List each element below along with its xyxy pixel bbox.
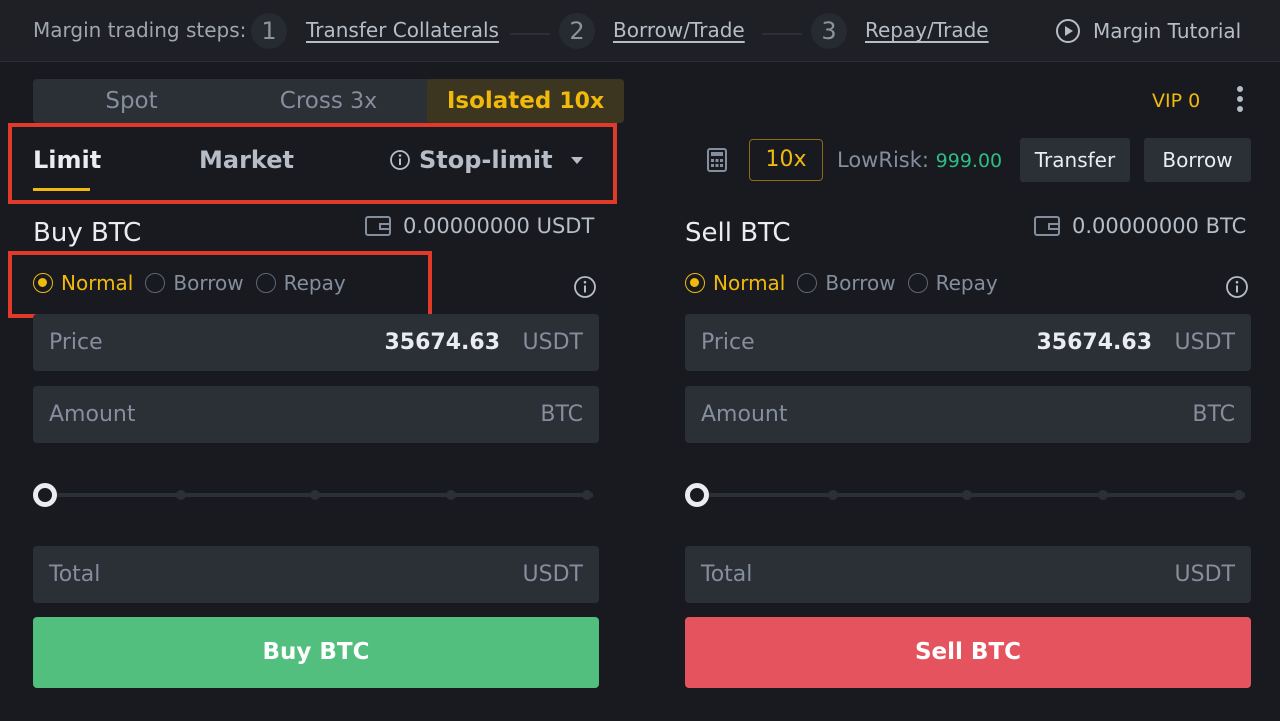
slider-handle[interactable] [33,483,57,507]
buy-percent-slider[interactable] [33,483,599,507]
sell-balance: 0.00000000 BTC [1034,214,1246,238]
buy-radio-repay[interactable] [255,273,276,293]
step-3-link-repay-trade[interactable]: Repay/Trade [865,18,989,42]
buy-price-input[interactable]: Price 35674.63 USDT [33,314,599,371]
buy-radio-normal-label: Normal [61,271,134,295]
tab-stop-limit[interactable]: Stop-limit [389,146,583,174]
info-icon [390,150,410,170]
buy-radio-normal[interactable] [33,273,53,293]
sell-radio-normal[interactable] [685,273,705,293]
buy-total-label: Total [49,562,101,587]
tab-isolated-leverage: 10x [559,89,605,114]
buy-btc-button[interactable]: Buy BTC [33,617,599,688]
buy-radio-borrow-label: Borrow [173,271,244,295]
sell-total-label: Total [701,562,753,587]
sell-price-unit: USDT [1174,330,1235,355]
sell-radio-normal-label: Normal [713,271,786,295]
buy-price-label: Price [49,330,103,355]
sell-amount-input[interactable]: Amount BTC [685,386,1251,443]
buy-total-input[interactable]: Total USDT [33,546,599,603]
buy-radio-borrow[interactable] [145,273,166,293]
slider-handle[interactable] [685,483,709,507]
tab-isolated-label: Isolated [446,88,552,114]
margin-steps-bar: Margin trading steps: 1 Transfer Collate… [0,0,1280,62]
sell-price-value: 35674.63 [1036,330,1152,355]
step-divider [762,33,802,35]
play-circle-icon [1056,19,1080,43]
sell-radio-repay-label: Repay [935,271,998,295]
step-divider [510,33,550,35]
chevron-down-icon [570,156,583,164]
tab-cross-leverage: 3x [350,89,378,114]
sell-mode-radios: Normal Borrow Repay [685,271,1010,295]
buy-balance: 0.00000000 USDT [365,214,594,238]
slider-step-75[interactable] [1098,490,1108,500]
sell-btc-button[interactable]: Sell BTC [685,617,1251,688]
buy-radio-repay-label: Repay [283,271,346,295]
wallet-icon [1034,216,1060,236]
tab-cross[interactable]: Cross 3x [230,79,427,123]
info-icon[interactable] [573,275,597,299]
slider-step-50[interactable] [310,490,320,500]
buy-total-unit: USDT [522,562,583,587]
sell-total-input[interactable]: Total USDT [685,546,1251,603]
step-3-number: 3 [811,13,847,49]
sell-amount-unit: BTC [1192,402,1235,427]
risk-indicator: LowRisk: 999.00 [837,148,1002,172]
margin-tutorial-label: Margin Tutorial [1093,19,1242,43]
buy-mode-radios: Normal Borrow Repay [33,271,358,295]
sell-radio-borrow[interactable] [797,273,818,293]
leverage-badge[interactable]: 10x [749,139,823,181]
margin-tutorial-link[interactable]: Margin Tutorial [1055,18,1241,44]
buy-price-value: 35674.63 [384,330,500,355]
tab-spot-label: Spot [105,88,158,114]
step-2-link-borrow-trade[interactable]: Borrow/Trade [613,18,745,42]
sell-percent-slider[interactable] [685,483,1251,507]
step-1-number: 1 [251,13,287,49]
slider-step-25[interactable] [828,490,838,500]
sell-balance-value: 0.00000000 BTC [1072,214,1247,238]
transfer-button[interactable]: Transfer [1020,138,1130,182]
buy-amount-input[interactable]: Amount BTC [33,386,599,443]
margin-mode-tabs: Spot Cross 3x Isolated 10x [33,79,624,123]
slider-step-25[interactable] [176,490,186,500]
sell-radio-repay[interactable] [907,273,928,293]
tab-cross-label: Cross [279,88,343,114]
step-2-number: 2 [559,13,595,49]
slider-step-100[interactable] [1234,490,1244,500]
vip-level: VIP 0 [1152,90,1201,112]
slider-step-75[interactable] [446,490,456,500]
borrow-button[interactable]: Borrow [1144,138,1251,182]
calculator-icon[interactable] [707,148,727,172]
info-icon[interactable] [1225,275,1249,299]
sell-radio-borrow-label: Borrow [825,271,896,295]
steps-label: Margin trading steps: [33,18,247,42]
sell-title: Sell BTC [685,218,791,248]
more-options-icon[interactable] [1236,86,1244,116]
stop-limit-label: Stop-limit [419,146,553,174]
buy-price-unit: USDT [522,330,583,355]
buy-title: Buy BTC [33,218,142,248]
sell-price-input[interactable]: Price 35674.63 USDT [685,314,1251,371]
step-1-link-transfer-collaterals[interactable]: Transfer Collaterals [306,18,499,42]
wallet-icon [365,216,391,236]
tab-isolated[interactable]: Isolated 10x [427,79,624,123]
buy-amount-label: Amount [49,402,136,427]
sell-price-label: Price [701,330,755,355]
buy-amount-unit: BTC [540,402,583,427]
tab-market[interactable]: Market [199,146,294,174]
tab-limit[interactable]: Limit [33,146,101,174]
tab-spot[interactable]: Spot [33,79,230,123]
slider-step-50[interactable] [962,490,972,500]
buy-balance-value: 0.00000000 USDT [403,214,595,238]
active-tab-underline [33,188,90,191]
risk-label: LowRisk: [837,148,929,172]
sell-total-unit: USDT [1174,562,1235,587]
slider-step-100[interactable] [582,490,592,500]
sell-amount-label: Amount [701,402,788,427]
risk-value: 999.00 [935,150,1003,172]
